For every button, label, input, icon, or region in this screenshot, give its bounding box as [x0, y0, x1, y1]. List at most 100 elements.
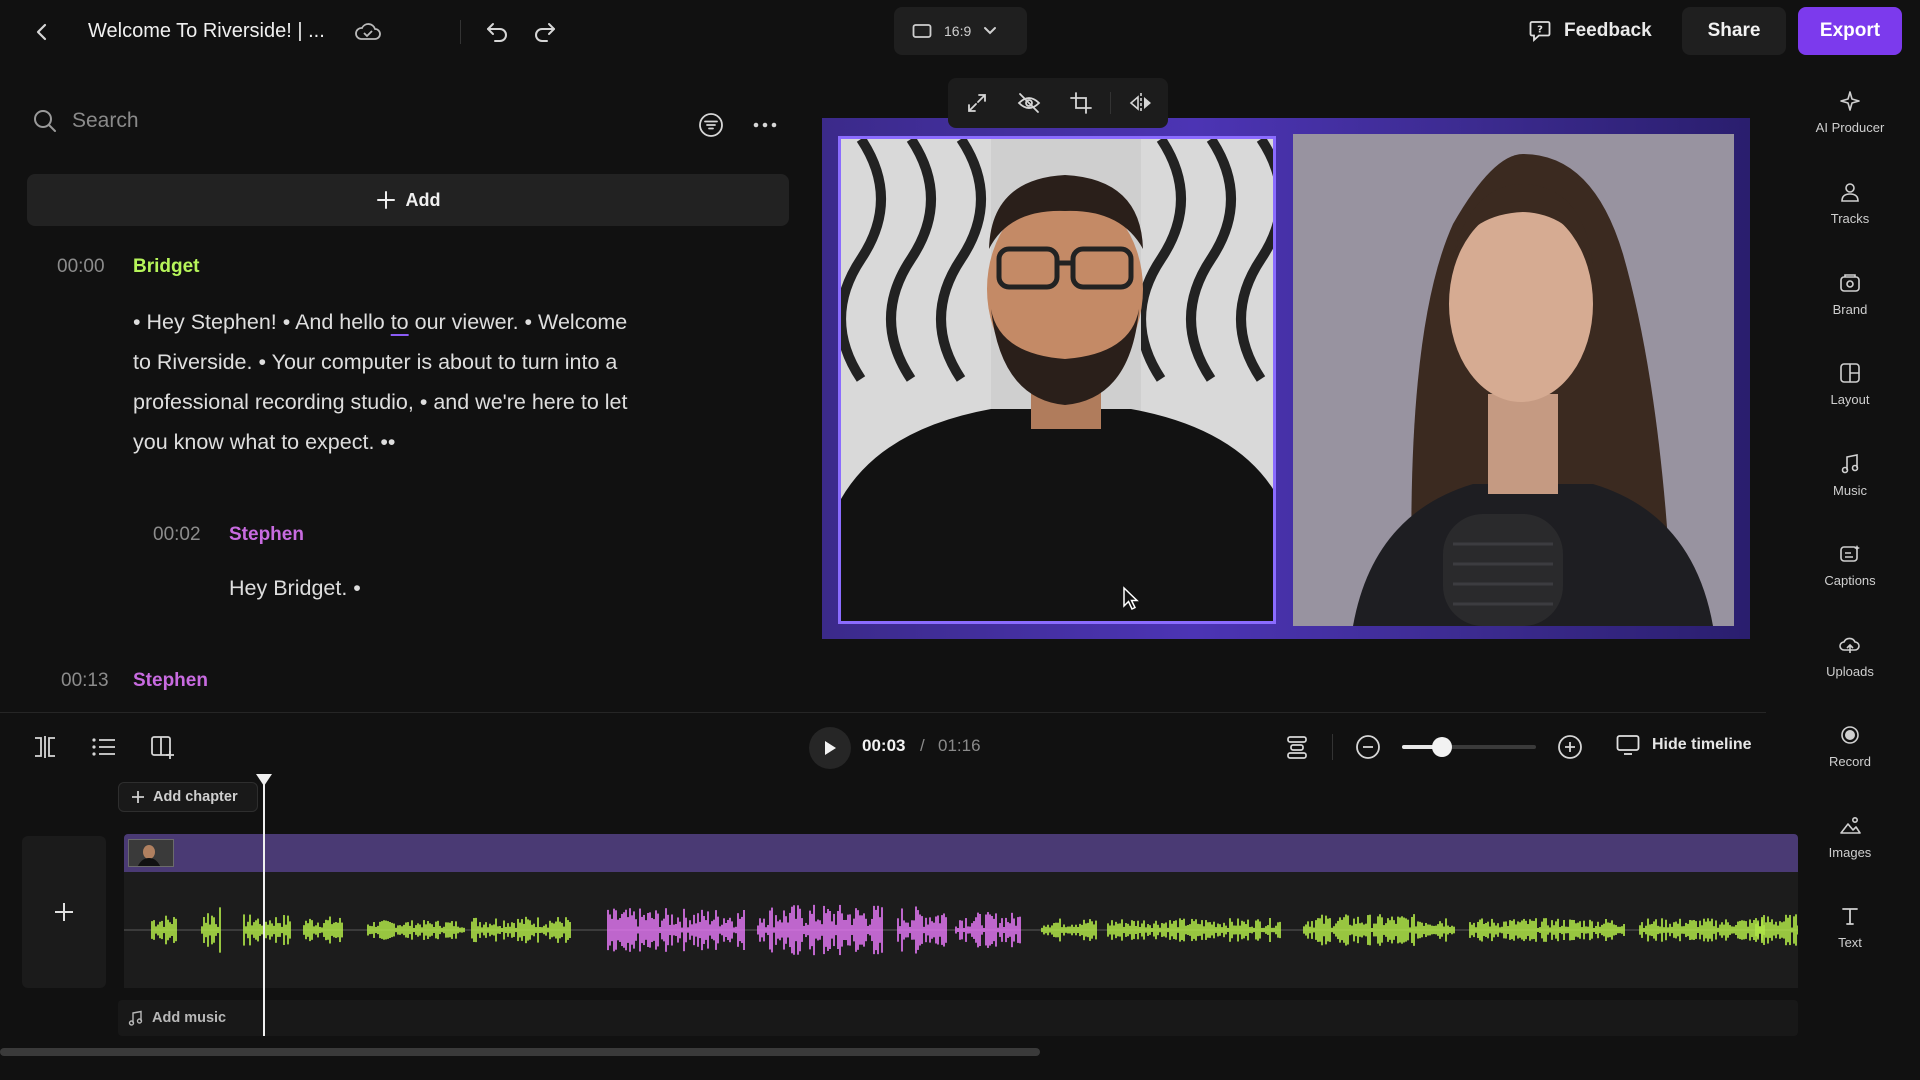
text-icon	[1842, 908, 1858, 925]
rail-layout[interactable]: Layout	[1808, 362, 1892, 407]
zoom-out-icon[interactable]	[1354, 733, 1382, 761]
horizontal-scrollbar[interactable]	[0, 1048, 1040, 1056]
transcript-line: Hey Bridget. •	[229, 576, 361, 600]
rail-record[interactable]: Record	[1808, 724, 1892, 769]
undo-icon[interactable]	[482, 16, 512, 46]
zoom-in-icon[interactable]	[1556, 733, 1584, 761]
layout-icon	[1840, 363, 1860, 383]
users-icon	[1841, 183, 1859, 202]
playhead-handle[interactable]	[256, 774, 272, 786]
rail-music[interactable]: Music	[1808, 453, 1892, 498]
video-thumbnail	[128, 839, 174, 867]
hide-visibility-icon[interactable]	[1016, 90, 1042, 116]
divider	[460, 20, 461, 44]
rail-label: Captions	[1824, 573, 1876, 588]
transcript-line: professional recording studio, • and we'…	[133, 390, 628, 414]
timeline-divider	[0, 712, 1766, 713]
divider	[1332, 734, 1333, 760]
playhead[interactable]	[263, 776, 265, 1036]
transcript-line: • Hey Stephen! • And hello to our viewer…	[133, 310, 628, 334]
export-button[interactable]: Export	[1798, 7, 1902, 55]
transcript-time[interactable]: 00:00	[57, 256, 105, 278]
plus-icon	[132, 791, 144, 803]
split-icon[interactable]	[30, 732, 60, 762]
add-chapter-label: Add chapter	[153, 789, 238, 805]
speaker-name[interactable]: Bridget	[133, 256, 200, 278]
rail-label: Images	[1828, 845, 1872, 860]
audio-track[interactable]	[124, 872, 1798, 988]
hide-timeline-button[interactable]: Hide timeline	[1616, 734, 1752, 756]
brand-icon	[1840, 274, 1860, 292]
flip-horizontal-icon[interactable]	[1128, 90, 1154, 116]
add-track-button[interactable]	[22, 836, 106, 988]
upload-icon	[1839, 637, 1860, 653]
add-chapter-button[interactable]: Add chapter	[118, 782, 258, 812]
time-separator: /	[920, 736, 925, 755]
add-button[interactable]: Add	[27, 174, 789, 226]
align-icon[interactable]	[1282, 732, 1312, 762]
transcript-time[interactable]: 00:02	[153, 524, 201, 546]
search-field[interactable]: Search	[32, 108, 139, 134]
audio-waveform	[124, 904, 1798, 956]
search-icon	[34, 110, 56, 132]
sparkle-icon	[1840, 91, 1860, 111]
rail-uploads[interactable]: Uploads	[1808, 634, 1892, 679]
play-icon	[825, 741, 836, 755]
camera-feed-stephen[interactable]	[838, 136, 1276, 624]
rail-label: Music	[1833, 483, 1867, 498]
speaker-name[interactable]: Stephen	[133, 670, 208, 692]
transcript-line: you know what to expect. ••	[133, 430, 396, 454]
search-input[interactable]: Search	[72, 109, 139, 133]
rail-label: Text	[1838, 935, 1862, 950]
rail-ai-producer[interactable]: AI Producer	[1808, 90, 1892, 135]
list-icon[interactable]	[89, 732, 119, 762]
transcript-paragraph[interactable]: • Hey Stephen! • And hello to our viewer…	[133, 302, 733, 462]
record-icon	[1841, 726, 1859, 744]
screen-icon	[912, 24, 932, 38]
redo-icon[interactable]	[530, 16, 560, 46]
project-title[interactable]: Welcome To Riverside! | ...	[88, 20, 325, 43]
plus-icon	[376, 191, 395, 209]
camera-feed-bridget[interactable]	[1293, 134, 1734, 626]
captions-icon	[1840, 545, 1860, 562]
divider	[1110, 92, 1111, 114]
rail-tracks[interactable]: Tracks	[1808, 181, 1892, 226]
rail-brand[interactable]: Brand	[1808, 272, 1892, 317]
more-options-icon[interactable]	[750, 110, 780, 140]
rail-label: Tracks	[1830, 211, 1870, 226]
add-music-button[interactable]: Add music	[118, 1000, 1798, 1036]
rail-label: Layout	[1830, 392, 1870, 407]
add-layout-icon[interactable]	[148, 732, 178, 762]
feedback-icon: ?	[1529, 21, 1551, 43]
video-track[interactable]	[124, 834, 1798, 872]
transcript-paragraph[interactable]: Hey Bridget. •	[229, 568, 729, 608]
speaker-name[interactable]: Stephen	[229, 524, 304, 546]
images-icon	[1840, 816, 1861, 834]
rail-label: Record	[1829, 754, 1871, 769]
rail-label: AI Producer	[1815, 120, 1885, 135]
rail-captions[interactable]: Captions	[1808, 543, 1892, 588]
filter-icon[interactable]	[696, 110, 726, 140]
rail-images[interactable]: Images	[1808, 815, 1892, 860]
back-chevron-icon[interactable]	[28, 18, 56, 46]
mouse-cursor-icon	[1122, 586, 1140, 612]
zoom-slider[interactable]	[1402, 737, 1536, 757]
play-button[interactable]	[809, 727, 851, 769]
rail-label: Uploads	[1826, 664, 1874, 679]
transcript-time[interactable]: 00:13	[61, 670, 109, 692]
crop-icon[interactable]	[1068, 90, 1094, 116]
add-label: Add	[405, 189, 441, 210]
share-button[interactable]: Share	[1682, 7, 1786, 55]
music-note-icon	[1841, 454, 1859, 474]
aspect-ratio-dropdown[interactable]: 16:9	[894, 7, 1027, 55]
zoom-slider-thumb[interactable]	[1432, 737, 1453, 757]
add-music-label: Add music	[152, 1010, 227, 1026]
current-time: 00:03	[862, 736, 906, 755]
rail-text[interactable]: Text	[1808, 905, 1892, 950]
top-bar: Welcome To Riverside! | ... 16:9 ? Feedb…	[0, 0, 1920, 64]
rail-label: Brand	[1832, 302, 1868, 317]
person-video-image	[1293, 134, 1734, 626]
feedback-button[interactable]: ? Feedback	[1528, 8, 1652, 54]
transcript-line: to Riverside. • Your computer is about t…	[133, 350, 618, 374]
expand-icon[interactable]	[964, 90, 990, 116]
